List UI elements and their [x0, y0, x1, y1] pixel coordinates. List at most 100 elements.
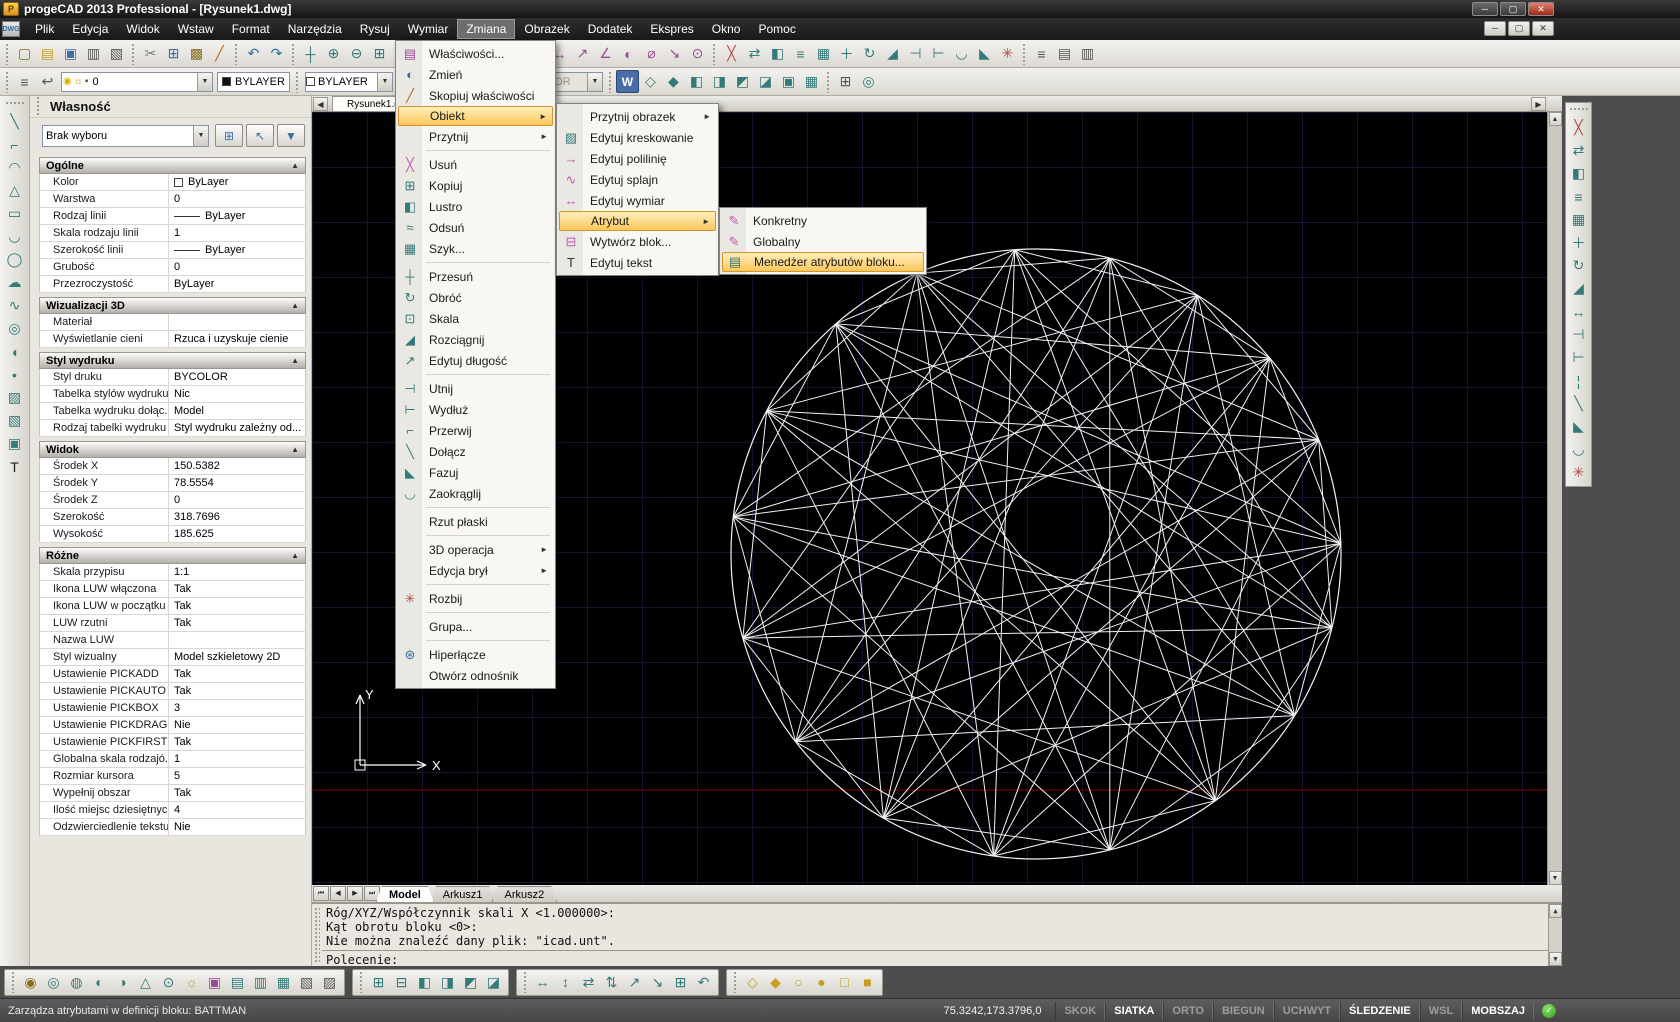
- extend-button[interactable]: ⊢: [927, 42, 950, 65]
- collapse-icon[interactable]: ▲: [291, 356, 299, 365]
- toolbar-grip[interactable]: [5, 43, 10, 65]
- ucs-previous-button[interactable]: ↶: [692, 971, 715, 994]
- toggle-śledzenie[interactable]: ŚLEDZENIE: [1340, 1002, 1420, 1020]
- redo-button[interactable]: ↷: [265, 42, 288, 65]
- command-window-grip[interactable]: [314, 907, 320, 963]
- menubar-item-rysuj[interactable]: Rysuj: [351, 19, 399, 39]
- property-value[interactable]: Model: [168, 403, 305, 419]
- copy-object-button[interactable]: ⇄: [743, 42, 766, 65]
- next-sheet-button[interactable]: ▶: [347, 886, 363, 901]
- explode-button[interactable]: ✳: [1567, 461, 1590, 484]
- view-left-button[interactable]: ◧: [413, 971, 436, 994]
- close-button[interactable]: ✕: [1528, 2, 1554, 16]
- ucs-3-point-button[interactable]: ⊞: [669, 971, 692, 994]
- menu-item-przesun[interactable]: ┼Przesuń: [398, 266, 553, 287]
- toggle-biegun[interactable]: BIEGUN: [1213, 1002, 1274, 1020]
- fillet-button[interactable]: ◡: [1567, 438, 1590, 461]
- property-value[interactable]: Tak: [168, 785, 305, 801]
- zoom-window-button[interactable]: ⊞: [368, 42, 391, 65]
- menu-item-globalny[interactable]: ✎Globalny: [722, 231, 924, 252]
- menu-item-zaokraglij[interactable]: ◡Zaokrąglij: [398, 483, 553, 504]
- property-value[interactable]: [168, 314, 305, 330]
- first-sheet-button[interactable]: ⏮: [313, 886, 329, 901]
- collapse-icon[interactable]: ▲: [291, 161, 299, 170]
- trim-button[interactable]: ⊣: [1567, 323, 1590, 346]
- chamfer-button[interactable]: ◣: [1567, 415, 1590, 438]
- toggle-uchwyt[interactable]: UCHWYT: [1274, 1002, 1340, 1020]
- chevron-down-icon[interactable]: ▼: [193, 126, 208, 146]
- property-value[interactable]: 1: [168, 751, 305, 767]
- toggle-skok[interactable]: SKOK: [1055, 1002, 1105, 1020]
- property-value[interactable]: 0: [168, 191, 305, 207]
- array-button[interactable]: ▦: [1567, 208, 1590, 231]
- menubar-item-pomoc[interactable]: Pomoc: [749, 19, 804, 39]
- toolbar-grip[interactable]: [291, 43, 296, 65]
- property-value[interactable]: Nie: [168, 717, 305, 733]
- plot-preview-button[interactable]: ▧: [105, 42, 128, 65]
- property-value[interactable]: 1: [168, 225, 305, 241]
- background-button[interactable]: ▤: [226, 971, 249, 994]
- scale-button[interactable]: ◢: [1567, 277, 1590, 300]
- property-value[interactable]: 4: [168, 802, 305, 818]
- menu-item-edytuj-tekst[interactable]: TEdytuj tekst: [559, 252, 716, 273]
- menu-item-zmien[interactable]: ◐Zmień: [398, 64, 553, 85]
- gradient-button[interactable]: ▧: [3, 409, 26, 432]
- revision-cloud-button[interactable]: ☁: [3, 271, 26, 294]
- gouraud-shade-button[interactable]: ◑: [111, 971, 134, 994]
- view-bottom-button[interactable]: ⊟: [390, 971, 413, 994]
- toolbar-grip[interactable]: [1569, 107, 1589, 112]
- toolbar-grip[interactable]: [733, 971, 738, 993]
- mdi-close-button[interactable]: ✕: [1532, 21, 1554, 36]
- arc-button[interactable]: ◡: [3, 225, 26, 248]
- mirror-button[interactable]: ◧: [1567, 162, 1590, 185]
- dim-aligned-button[interactable]: ↗: [571, 42, 594, 65]
- scroll-up-icon[interactable]: ▲: [1549, 112, 1562, 126]
- hide-button[interactable]: ◎: [42, 971, 65, 994]
- render-button[interactable]: ◉: [19, 971, 42, 994]
- dim-angular-button[interactable]: ∠: [594, 42, 617, 65]
- view-bottom-button[interactable]: ◪: [754, 70, 777, 93]
- join-button[interactable]: ╲: [1567, 392, 1590, 415]
- menu-item-przytnij-obrazek[interactable]: Przytnij obrazek►: [559, 106, 716, 127]
- mdi-minimize-button[interactable]: ─: [1484, 21, 1506, 36]
- menubar-item-wstaw[interactable]: Wstaw: [169, 19, 223, 39]
- layer-states-button[interactable]: ▤: [1053, 42, 1076, 65]
- property-value[interactable]: 0: [168, 259, 305, 275]
- named-views-button[interactable]: ⊞: [834, 70, 857, 93]
- scroll-down-icon[interactable]: ▼: [1549, 871, 1562, 885]
- dim-diameter-button[interactable]: ⌀: [640, 42, 663, 65]
- toolbar-grip[interactable]: [295, 71, 300, 93]
- menubar-item-okno[interactable]: Okno: [703, 19, 750, 39]
- menu-item-edytuj-splajn[interactable]: ∿Edytuj splajn: [559, 169, 716, 190]
- property-value[interactable]: 150.5382: [168, 458, 305, 474]
- view-left-button[interactable]: ◧: [685, 70, 708, 93]
- menu-item-rozciagnij[interactable]: ◢Rozciągnij: [398, 329, 553, 350]
- quick-select-button[interactable]: ⊞: [215, 124, 243, 147]
- menubar-item-obrazek[interactable]: Obrazek: [515, 19, 578, 39]
- layer-previous-button[interactable]: ↩: [36, 70, 59, 93]
- view-back-button[interactable]: ▦: [800, 70, 823, 93]
- property-value[interactable]: Tak: [168, 581, 305, 597]
- array-button[interactable]: ▦: [812, 42, 835, 65]
- arc-3-point-button[interactable]: ◠: [3, 156, 26, 179]
- ucs-view-button[interactable]: ⇅: [600, 971, 623, 994]
- scale-button[interactable]: ◢: [881, 42, 904, 65]
- dim-center-mark-button[interactable]: ⊙: [686, 42, 709, 65]
- stretch-button[interactable]: ↔: [1567, 300, 1590, 323]
- match-properties-button[interactable]: ╱: [208, 42, 231, 65]
- property-value[interactable]: ByLayer: [168, 174, 305, 190]
- vertical-scrollbar[interactable]: ▲ ▼: [1547, 112, 1562, 885]
- offset-button[interactable]: ≡: [1567, 185, 1590, 208]
- scene-button[interactable]: ▦: [272, 971, 295, 994]
- rotate-button[interactable]: ↻: [858, 42, 881, 65]
- move-button[interactable]: ＋: [1567, 231, 1590, 254]
- property-value[interactable]: Tak: [168, 666, 305, 682]
- layers-button[interactable]: ≡: [1030, 42, 1053, 65]
- menu-item-dolacz[interactable]: ╲Dołącz: [398, 441, 553, 462]
- toolbar-grip[interactable]: [234, 43, 239, 65]
- erase-button[interactable]: ╳: [1567, 116, 1590, 139]
- polygon-button[interactable]: △: [3, 179, 26, 202]
- ucs-world-button[interactable]: ↔: [531, 971, 554, 994]
- mirror-button[interactable]: ◧: [766, 42, 789, 65]
- toolbar-grip[interactable]: [5, 71, 10, 93]
